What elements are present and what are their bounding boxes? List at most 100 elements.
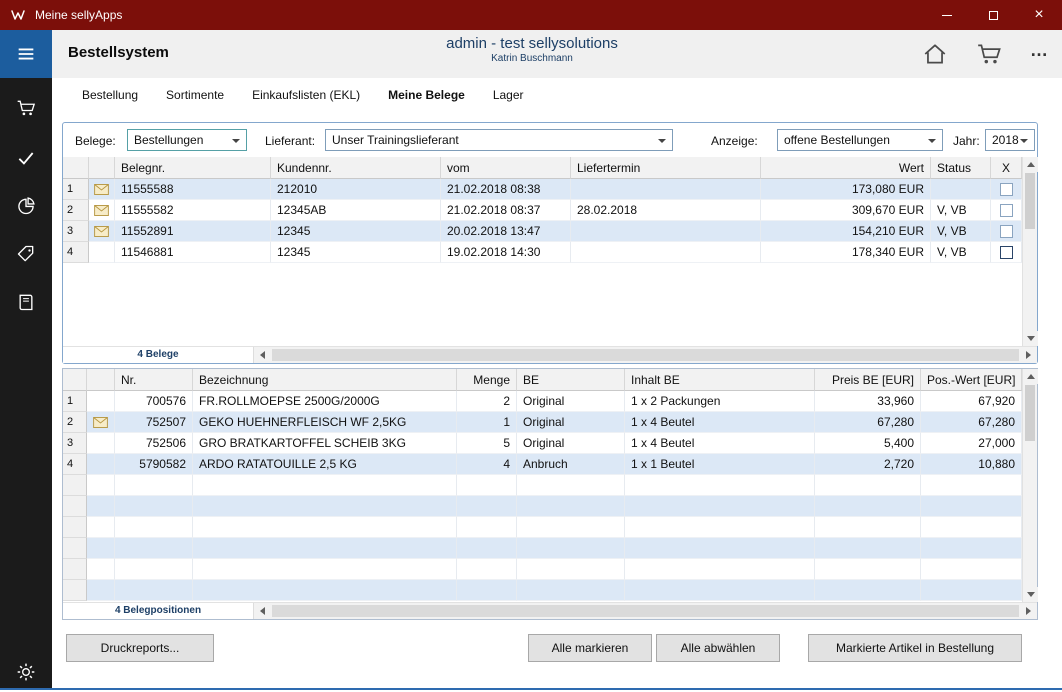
scroll-thumb[interactable] (1025, 385, 1035, 441)
sidebar-item-tasks[interactable] (0, 138, 52, 178)
sidebar-item-catalog[interactable] (0, 282, 52, 322)
lieferant-select[interactable]: Unser Trainingslieferant (325, 129, 673, 151)
druckreports-button[interactable]: Druckreports... (66, 634, 214, 662)
cart-icon[interactable] (976, 41, 1002, 67)
sidebar-settings-button[interactable] (0, 652, 52, 692)
book-icon (16, 292, 36, 312)
tab-einkaufslisten[interactable]: Einkaufslisten (EKL) (252, 88, 360, 102)
more-options-button[interactable]: … (1030, 45, 1050, 63)
col-belegnr[interactable]: Belegnr. (115, 157, 271, 179)
account-info: admin - test sellysolutions Katrin Busch… (52, 35, 1012, 64)
scroll-thumb[interactable] (272, 349, 1019, 361)
alle-abwaehlen-button[interactable]: Alle abwählen (656, 634, 780, 662)
row-checkbox[interactable] (1000, 225, 1013, 238)
col-be[interactable]: BE (517, 369, 625, 391)
cell-preis: 5,400 (815, 433, 921, 454)
sidebar-item-prices[interactable] (0, 234, 52, 274)
scroll-down-button[interactable] (1023, 331, 1038, 346)
arrow-up-icon (1027, 162, 1035, 167)
table-row[interactable]: 2 11555582 12345AB 21.02.2018 08:37 28.0… (63, 200, 1022, 221)
col-menge[interactable]: Menge (457, 369, 517, 391)
arrow-left-icon (260, 351, 265, 359)
table-row[interactable]: 3 752506 GRO BRATKARTOFFEL SCHEIB 3KG 5 … (63, 433, 1022, 454)
belege-table: Belegnr. Kundennr. vom Liefertermin Wert… (63, 157, 1022, 346)
col-pos-wert[interactable]: Pos.-Wert [EUR] (921, 369, 1022, 391)
cell-inhalt: 1 x 4 Beutel (625, 412, 815, 433)
table-row[interactable]: 4 5790582 ARDO RATATOUILLE 2,5 KG 4 Anbr… (63, 454, 1022, 475)
scroll-left-button[interactable] (254, 603, 271, 619)
jahr-select-value: 2018 (992, 133, 1019, 147)
anzeige-select-value: offene Bestellungen (784, 133, 890, 147)
empty-row (63, 496, 1022, 517)
tab-meine-belege[interactable]: Meine Belege (388, 88, 465, 102)
home-icon[interactable] (922, 41, 948, 67)
arrow-left-icon (260, 607, 265, 615)
sidebar-item-bestellsystem[interactable] (0, 88, 52, 128)
table-row[interactable]: 1 11555588 212010 21.02.2018 08:38 173,0… (63, 179, 1022, 200)
anzeige-select[interactable]: offene Bestellungen (777, 129, 943, 151)
positions-vertical-scrollbar[interactable] (1022, 369, 1037, 602)
col-status[interactable]: Status (931, 157, 991, 179)
tab-sortimente[interactable]: Sortimente (166, 88, 224, 102)
tab-bestellung[interactable]: Bestellung (82, 88, 138, 102)
row-checkbox[interactable] (1000, 183, 1013, 196)
col-bezeichnung[interactable]: Bezeichnung (193, 369, 457, 391)
belege-vertical-scrollbar[interactable] (1022, 157, 1037, 346)
markierte-artikel-button[interactable]: Markierte Artikel in Bestellung (808, 634, 1022, 662)
sidebar-menu-button[interactable] (0, 30, 52, 78)
positions-table-header: Nr. Bezeichnung Menge BE Inhalt BE Preis… (63, 369, 1022, 391)
empty-row (63, 517, 1022, 538)
cell-nr: 5790582 (115, 454, 193, 475)
alle-markieren-button[interactable]: Alle markieren (528, 634, 652, 662)
col-liefertermin[interactable]: Liefertermin (571, 157, 761, 179)
col-x[interactable]: X (991, 157, 1022, 179)
col-kundennr[interactable]: Kundennr. (271, 157, 441, 179)
scroll-thumb[interactable] (1025, 173, 1035, 229)
minimize-button[interactable] (924, 0, 970, 30)
cell-kundennr: 12345AB (271, 200, 441, 221)
belege-footer-bar: 4 Belege (63, 346, 1037, 363)
cell-belegnr: 11552891 (115, 221, 271, 242)
col-inhalt-be[interactable]: Inhalt BE (625, 369, 815, 391)
cell-liefertermin: 28.02.2018 (571, 200, 761, 221)
col-vom[interactable]: vom (441, 157, 571, 179)
positions-count: 4 Belegpositionen (63, 603, 253, 619)
scroll-down-button[interactable] (1023, 587, 1038, 602)
scroll-up-button[interactable] (1023, 157, 1038, 172)
sidebar-item-statistics[interactable] (0, 186, 52, 226)
positions-horizontal-scrollbar[interactable] (253, 603, 1037, 619)
col-nr[interactable]: Nr. (115, 369, 193, 391)
scroll-right-button[interactable] (1020, 347, 1037, 363)
tab-lager[interactable]: Lager (493, 88, 524, 102)
jahr-select[interactable]: 2018 (985, 129, 1035, 151)
cart-icon (16, 98, 36, 118)
scroll-up-button[interactable] (1023, 369, 1038, 384)
scroll-right-button[interactable] (1020, 603, 1037, 619)
maximize-button[interactable] (970, 0, 1016, 30)
cell-bezeichnung: GEKO HUEHNERFLEISCH WF 2,5KG (193, 412, 457, 433)
scroll-left-button[interactable] (254, 347, 271, 363)
cell-be: Original (517, 412, 625, 433)
table-row[interactable]: 2 752507 GEKO HUEHNERFLEISCH WF 2,5KG 1 … (63, 412, 1022, 433)
close-button[interactable]: × (1016, 0, 1062, 30)
cell-pos-wert: 27,000 (921, 433, 1022, 454)
belege-horizontal-scrollbar[interactable] (253, 347, 1037, 363)
header: Bestellsystem admin - test sellysolution… (52, 30, 1062, 78)
col-preis-be[interactable]: Preis BE [EUR] (815, 369, 921, 391)
cell-liefertermin (571, 179, 761, 200)
scroll-thumb[interactable] (272, 605, 1019, 617)
table-row[interactable]: 3 11552891 12345 20.02.2018 13:47 154,21… (63, 221, 1022, 242)
positions-panel: Nr. Bezeichnung Menge BE Inhalt BE Preis… (62, 368, 1038, 620)
belege-select[interactable]: Bestellungen (127, 129, 247, 151)
empty-row (63, 580, 1022, 601)
cell-inhalt: 1 x 4 Beutel (625, 433, 815, 454)
table-row[interactable]: 4 11546881 12345 19.02.2018 14:30 178,34… (63, 242, 1022, 263)
cell-inhalt: 1 x 1 Beutel (625, 454, 815, 475)
cell-status: V, VB (931, 242, 991, 263)
check-icon (16, 148, 36, 168)
row-checkbox[interactable] (1000, 204, 1013, 217)
col-wert[interactable]: Wert (761, 157, 931, 179)
table-row[interactable]: 1 700576 FR.ROLLMOEPSE 2500G/2000G 2 Ori… (63, 391, 1022, 412)
row-checkbox[interactable] (1000, 246, 1013, 259)
cell-wert: 178,340 EUR (761, 242, 931, 263)
